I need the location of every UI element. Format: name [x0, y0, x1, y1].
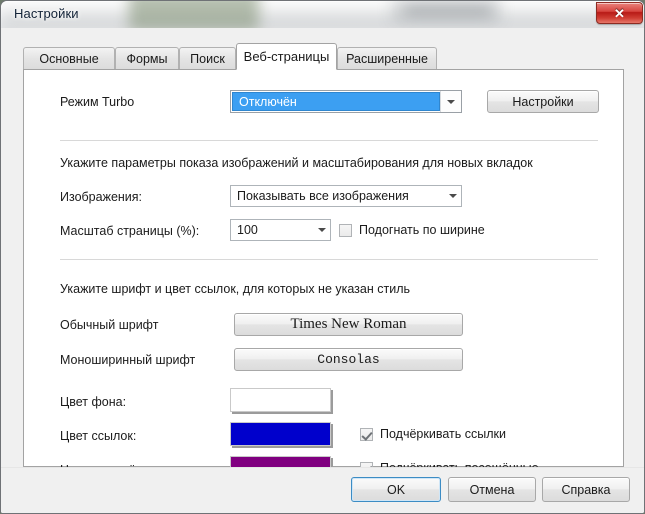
help-label: Справка — [561, 482, 611, 497]
tab-label: Основные — [39, 51, 99, 66]
fit-width-label: Подогнать по ширине — [359, 223, 485, 237]
link-color-label: Цвет ссылок: — [60, 429, 137, 443]
normal-font-label: Обычный шрифт — [60, 318, 159, 332]
page-scale-label: Масштаб страницы (%): — [60, 224, 200, 238]
checkbox-box — [339, 223, 352, 237]
tab-rasshirennye[interactable]: Расширенные — [337, 47, 437, 69]
images-select[interactable]: Показывать все изображения — [230, 185, 462, 207]
normal-font-button[interactable]: Times New Roman — [234, 313, 463, 336]
mono-font-button[interactable]: Consolas — [234, 348, 463, 371]
title-bar[interactable]: Настройки ✕ — [1, 1, 644, 28]
underline-links-label: Подчёркивать ссылки — [380, 427, 506, 441]
tab-label: Веб-страницы — [243, 49, 330, 64]
tab-label: Поиск — [190, 51, 225, 66]
tab-label: Формы — [126, 51, 168, 66]
separator-2 — [60, 259, 598, 260]
turbo-mode-select[interactable]: Отключён — [230, 90, 462, 113]
separator-1 — [60, 140, 598, 141]
turbo-settings-button[interactable]: Настройки — [487, 90, 599, 113]
fonts-section-note: Укажите шрифт и цвет ссылок, для которых… — [60, 282, 410, 296]
close-glyph: ✕ — [614, 5, 625, 21]
tab-strip: Основные Формы Поиск Веб-страницы Расшир… — [23, 43, 623, 70]
images-section-note: Укажите параметры показа изображений и м… — [60, 156, 533, 170]
dialog-footer: OK Отмена Справка — [1, 467, 644, 513]
link-color-swatch[interactable] — [230, 422, 331, 446]
chevron-down-icon — [444, 194, 461, 198]
tab-poisk[interactable]: Поиск — [179, 47, 236, 69]
images-value: Показывать все изображения — [237, 189, 409, 203]
underline-links-checkbox[interactable]: Подчёркивать ссылки — [360, 427, 506, 441]
chevron-down-icon — [313, 228, 330, 232]
help-button[interactable]: Справка — [542, 477, 630, 502]
normal-font-value: Times New Roman — [290, 316, 407, 332]
images-label: Изображения: — [60, 190, 143, 204]
titlebar-glass-blur-text — [405, 6, 491, 15]
turbo-settings-label: Настройки — [512, 94, 574, 109]
checkbox-box — [360, 427, 373, 441]
tab-veb-stranicy[interactable]: Веб-страницы — [236, 43, 337, 70]
titlebar-glass-blur-green — [129, 1, 259, 28]
chevron-down-icon — [440, 91, 461, 112]
page-scale-value: 100 — [237, 223, 258, 237]
tab-formy[interactable]: Формы — [115, 47, 179, 69]
dialog-body: Основные Формы Поиск Веб-страницы Расшир… — [1, 28, 644, 513]
mono-font-value: Consolas — [317, 352, 380, 367]
close-icon[interactable]: ✕ — [596, 2, 643, 24]
tab-label: Расширенные — [346, 51, 428, 66]
ok-button[interactable]: OK — [351, 477, 441, 502]
window-title: Настройки — [14, 6, 79, 21]
background-color-swatch[interactable] — [230, 388, 331, 412]
titlebar-glass-blur — [1, 13, 644, 28]
cancel-button[interactable]: Отмена — [448, 477, 536, 502]
page-scale-select[interactable]: 100 — [230, 219, 331, 241]
tab-panel-web-pages: Режим Turbo Отключён Настройки Укажите п… — [23, 69, 624, 480]
mono-font-label: Моноширинный шрифт — [60, 353, 196, 367]
ok-label: OK — [386, 482, 406, 497]
settings-dialog-window: Настройки ✕ Основные Формы Поиск Веб-стр… — [0, 0, 645, 514]
turbo-mode-value: Отключён — [232, 92, 440, 111]
cancel-label: Отмена — [469, 482, 515, 497]
turbo-mode-label: Режим Turbo — [60, 95, 135, 109]
background-color-label: Цвет фона: — [60, 395, 127, 409]
tab-osnovnye[interactable]: Основные — [23, 47, 115, 69]
fit-width-checkbox[interactable]: Подогнать по ширине — [339, 223, 485, 237]
